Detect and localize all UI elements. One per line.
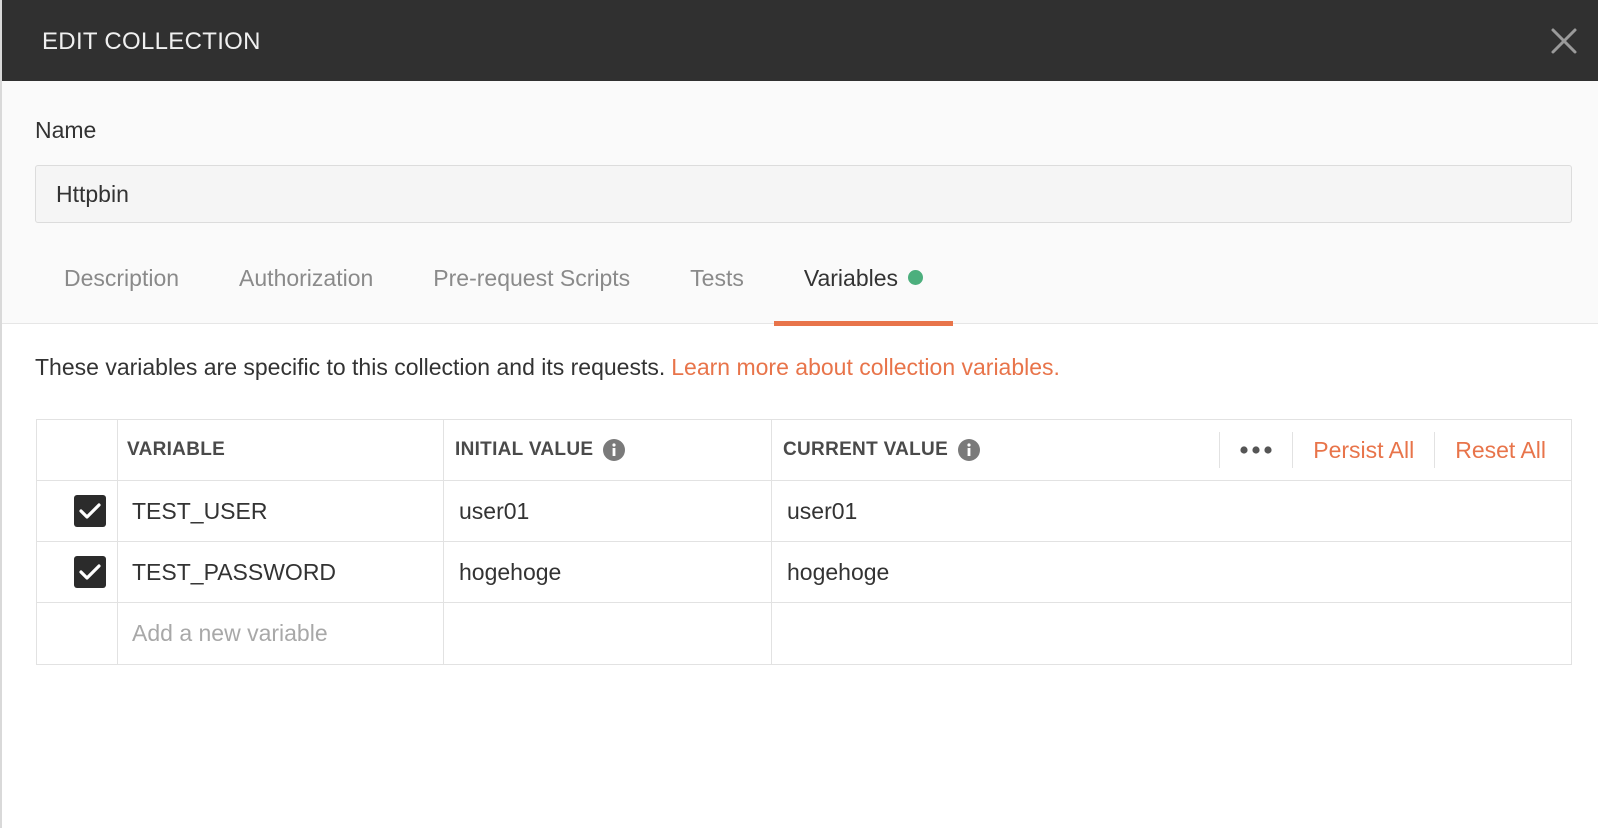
- tab-pre-request-scripts[interactable]: Pre-request Scripts: [403, 253, 660, 325]
- header-checkbox-cell: [37, 420, 118, 480]
- initial-value: hogehoge: [459, 558, 562, 585]
- variable-name: TEST_PASSWORD: [132, 558, 337, 585]
- variable-name-cell[interactable]: TEST_PASSWORD: [118, 542, 444, 602]
- table-row: TEST_USER user01 user01: [37, 481, 1571, 542]
- new-variable-placeholder: Add a new variable: [132, 620, 328, 646]
- info-icon[interactable]: [958, 439, 981, 461]
- row-checkbox-cell: [37, 603, 118, 664]
- new-variable-row: Add a new variable: [37, 603, 1571, 664]
- tab-tests[interactable]: Tests: [660, 253, 774, 325]
- initial-value: user01: [459, 497, 530, 524]
- collection-details-section: Name Description Authorization Pre-reque…: [2, 81, 1598, 326]
- close-button[interactable]: [1549, 26, 1579, 56]
- row-checkbox-cell: [37, 542, 118, 602]
- column-header-current-value: CURRENT VALUE: [783, 439, 949, 460]
- variables-table: VARIABLE INITIAL VALUE CURRENT VALUE Per…: [36, 419, 1572, 665]
- tab-bar: Description Authorization Pre-request Sc…: [34, 253, 954, 326]
- variable-name-cell[interactable]: TEST_USER: [118, 481, 444, 541]
- variables-description: These variables are specific to this col…: [35, 354, 1060, 381]
- tab-label: Pre-request Scripts: [433, 265, 631, 291]
- variable-name: TEST_USER: [132, 497, 268, 524]
- new-variable-input[interactable]: Add a new variable: [118, 603, 444, 664]
- column-header-initial-value: INITIAL VALUE: [455, 439, 594, 460]
- tab-label: Tests: [690, 265, 744, 291]
- column-header-variable: VARIABLE: [127, 439, 226, 460]
- initial-value-cell[interactable]: hogehoge: [444, 542, 772, 602]
- tab-label: Description: [64, 265, 180, 291]
- initial-value-cell[interactable]: user01: [444, 481, 772, 541]
- tab-description[interactable]: Description: [34, 253, 209, 325]
- info-icon[interactable]: [603, 439, 626, 461]
- variable-enabled-checkbox[interactable]: [74, 556, 106, 588]
- tab-label: Authorization: [239, 265, 374, 291]
- table-actions: Persist All Reset All: [1219, 420, 1572, 480]
- current-value: hogehoge: [787, 558, 890, 585]
- current-value: user01: [787, 497, 858, 524]
- header-current-value-cell: CURRENT VALUE Persist All Reset All: [772, 420, 1572, 480]
- reset-all-button[interactable]: Reset All: [1435, 437, 1572, 464]
- variable-enabled-checkbox[interactable]: [74, 495, 106, 527]
- more-actions-button[interactable]: [1220, 420, 1292, 480]
- edit-collection-modal: EDIT COLLECTION Name Description Authori…: [0, 0, 1598, 828]
- new-current-value-cell[interactable]: [772, 603, 1572, 664]
- name-label: Name: [35, 117, 97, 143]
- current-value-cell[interactable]: user01: [772, 481, 1572, 541]
- description-text: These variables are specific to this col…: [35, 354, 666, 380]
- close-icon: [1551, 28, 1577, 54]
- persist-all-button[interactable]: Persist All: [1293, 437, 1434, 464]
- modal-title: EDIT COLLECTION: [42, 28, 261, 55]
- tab-label: Variables: [803, 265, 899, 291]
- checkmark-icon: [79, 503, 101, 519]
- tab-authorization[interactable]: Authorization: [209, 253, 403, 325]
- table-row: TEST_PASSWORD hogehoge hogehoge: [37, 542, 1571, 603]
- status-dot-icon: [908, 270, 924, 285]
- new-initial-value-cell[interactable]: [444, 603, 772, 664]
- collection-name-input[interactable]: [35, 165, 1572, 223]
- header-initial-value-cell: INITIAL VALUE: [444, 420, 772, 480]
- row-checkbox-cell: [37, 481, 118, 541]
- current-value-cell[interactable]: hogehoge: [772, 542, 1572, 602]
- table-header-row: VARIABLE INITIAL VALUE CURRENT VALUE Per…: [37, 420, 1571, 481]
- learn-more-link[interactable]: Learn more about collection variables.: [671, 354, 1060, 380]
- modal-header: EDIT COLLECTION: [2, 0, 1598, 81]
- ellipsis-icon: [1240, 446, 1272, 454]
- tab-variables[interactable]: Variables: [773, 253, 954, 326]
- header-variable-cell: VARIABLE: [118, 420, 444, 480]
- checkmark-icon: [79, 564, 101, 580]
